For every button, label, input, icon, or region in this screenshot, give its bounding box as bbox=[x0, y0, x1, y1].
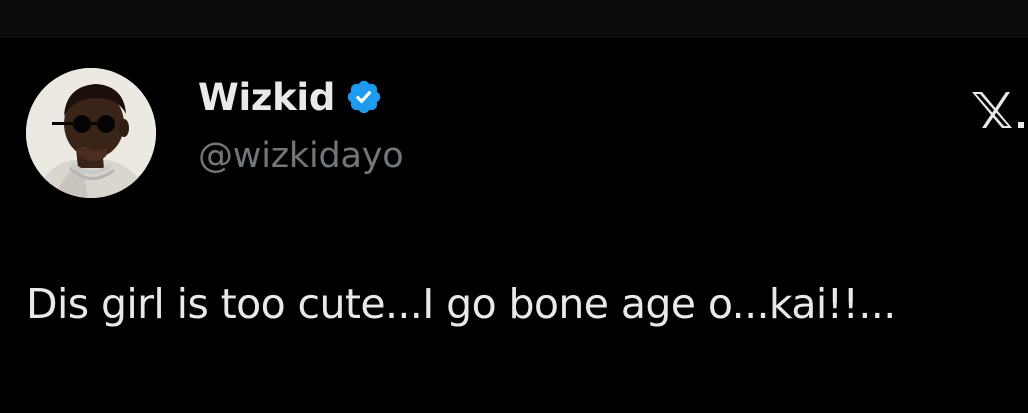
profile-photo-icon bbox=[26, 68, 156, 198]
top-strip bbox=[0, 0, 1028, 38]
author-handle[interactable]: @wizkidayo bbox=[198, 136, 404, 176]
tweet-card: Wizkid @wizkidayo Dis girl is too cute..… bbox=[0, 38, 1028, 413]
author-display-name[interactable]: Wizkid bbox=[198, 76, 335, 119]
avatar[interactable] bbox=[26, 68, 156, 198]
author-name-row[interactable]: Wizkid bbox=[198, 72, 383, 122]
x-logo-icon[interactable] bbox=[968, 88, 1028, 132]
verified-badge-icon bbox=[347, 80, 381, 114]
tweet-text: Dis girl is too cute...I go bone age o..… bbox=[26, 280, 896, 328]
